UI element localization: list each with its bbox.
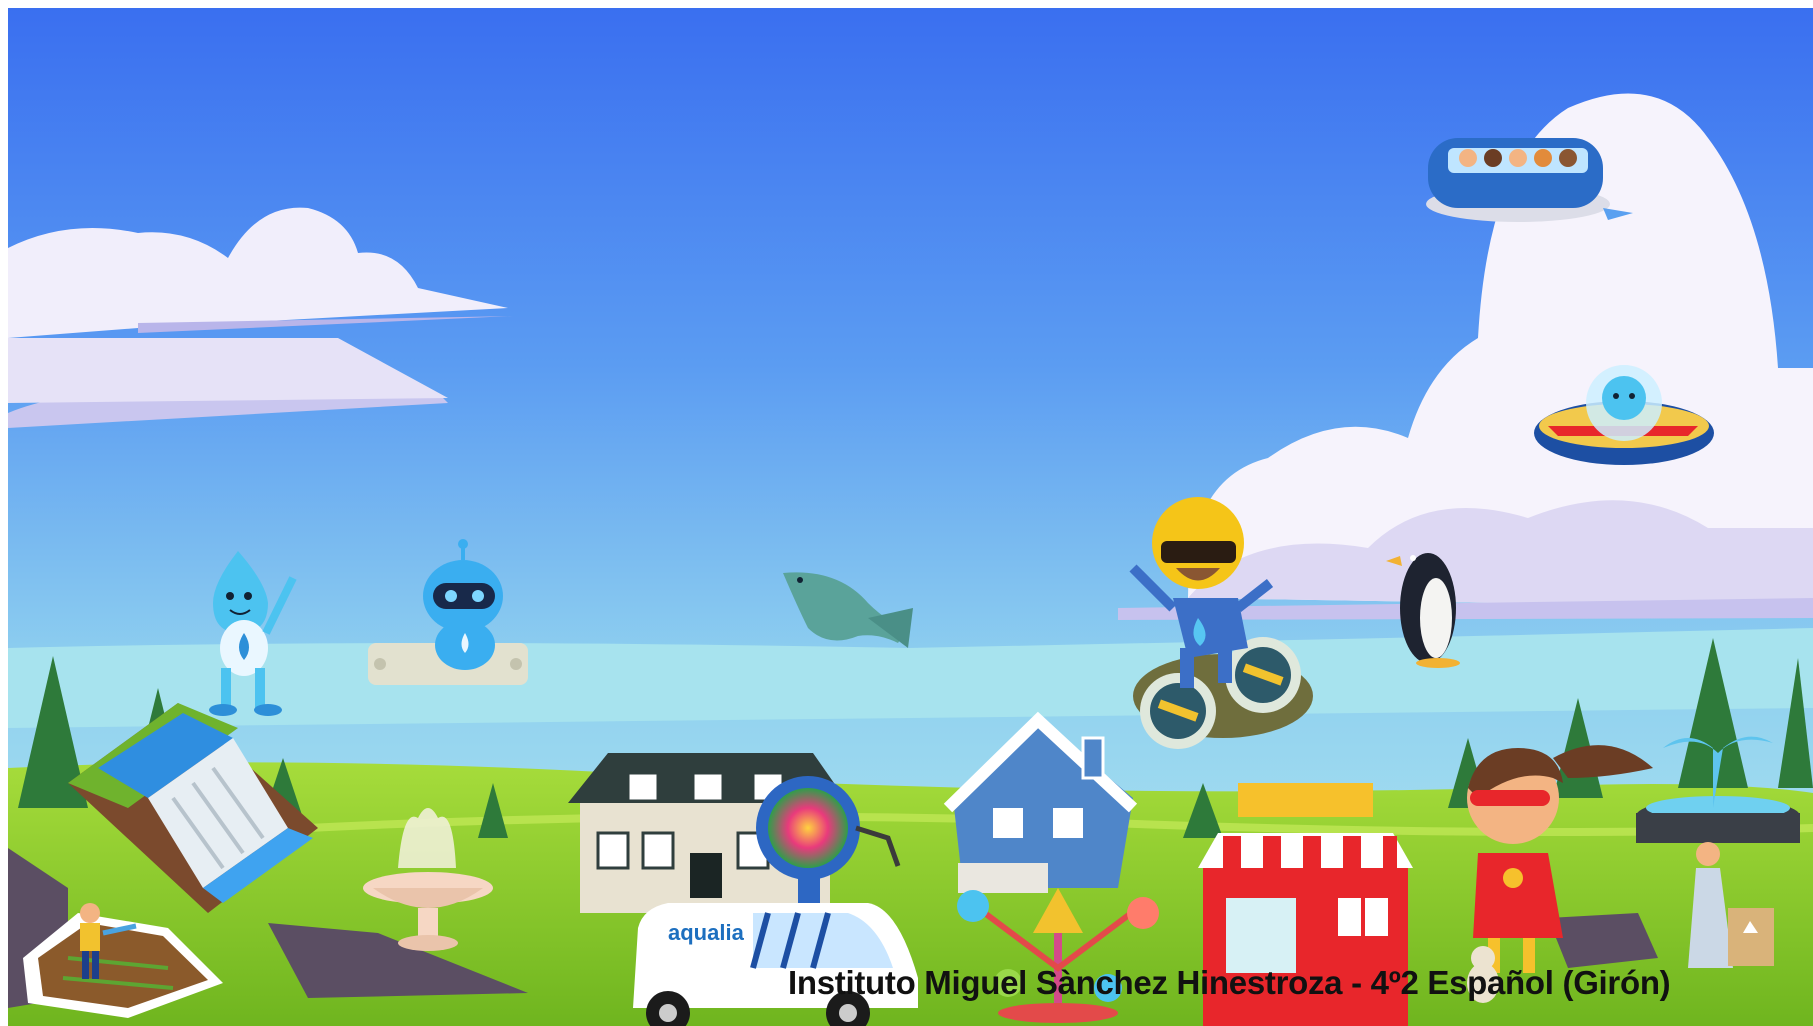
van-logo: aqualia <box>668 920 745 945</box>
game-scene: aqualia Instituto Miguel Sànchez Hinestr… <box>8 8 1813 1026</box>
school-caption: Instituto Miguel Sànchez Hinestroza - 4º… <box>788 964 1671 1001</box>
scene-canvas: aqualia <box>8 8 1813 1026</box>
